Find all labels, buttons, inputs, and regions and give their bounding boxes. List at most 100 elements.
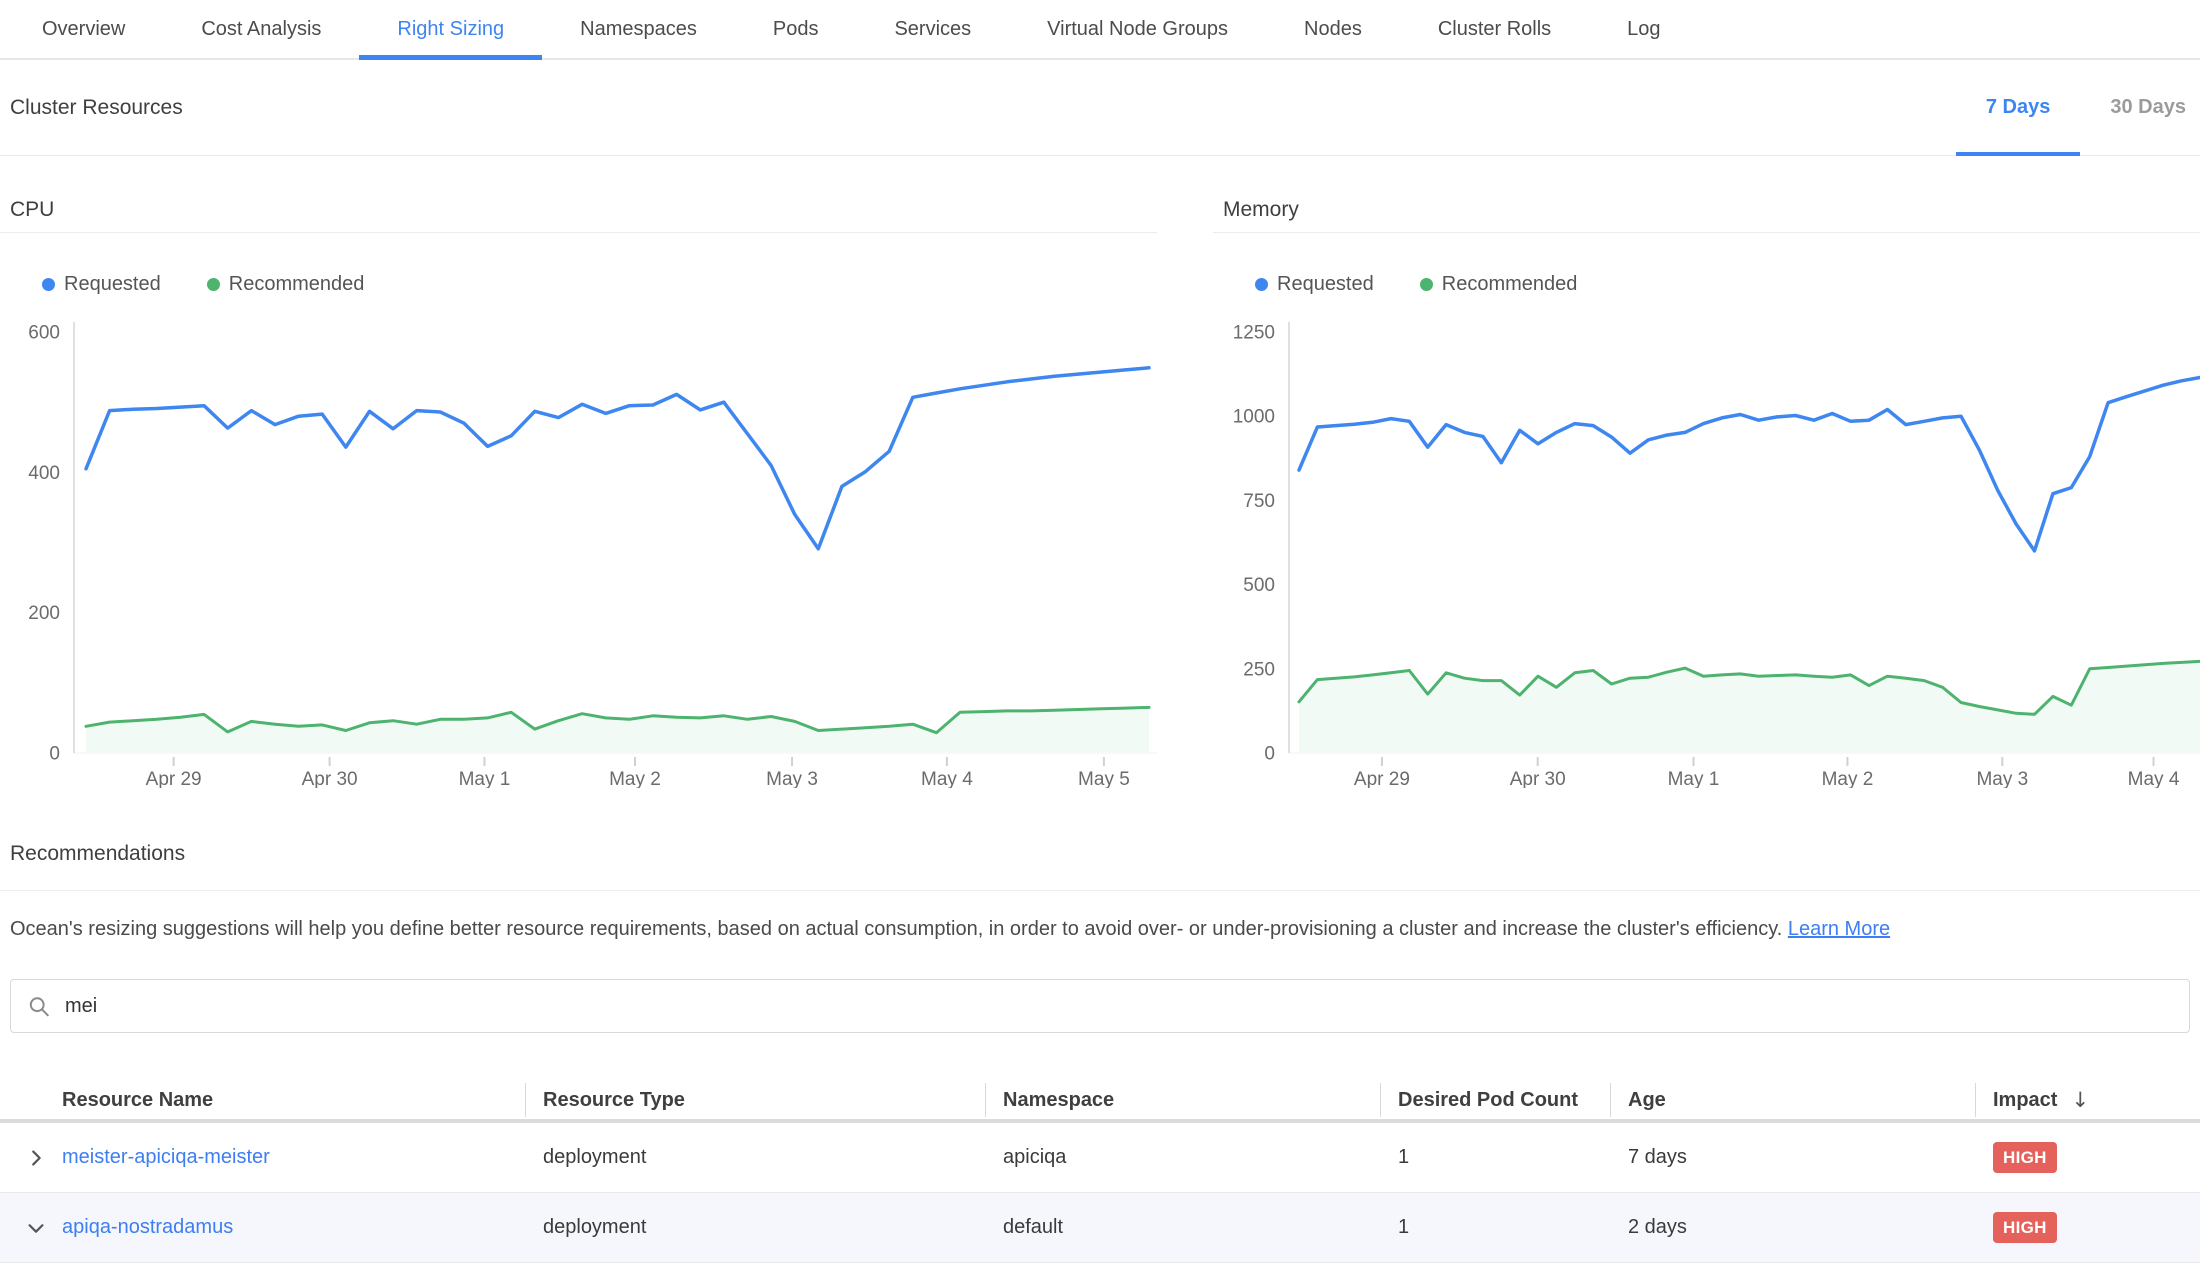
top-nav-tabs: Overview Cost Analysis Right Sizing Namespa… bbox=[4, 0, 2200, 58]
svg-text:400: 400 bbox=[28, 463, 60, 484]
search-icon bbox=[27, 994, 51, 1018]
memory-chart-legend: Requested Recommended bbox=[1255, 273, 2200, 296]
page-title: Cluster Resources bbox=[10, 96, 183, 120]
tab-label: Overview bbox=[42, 18, 125, 41]
tab-label: Right Sizing bbox=[397, 18, 504, 41]
legend-dot-icon bbox=[1255, 278, 1268, 291]
impact-badge: HIGH bbox=[1993, 1212, 2057, 1243]
legend-item-requested[interactable]: Requested bbox=[42, 273, 161, 296]
tab-label: Cluster Rolls bbox=[1438, 18, 1551, 41]
tab-label: Virtual Node Groups bbox=[1047, 18, 1228, 41]
cell-impact: HIGH bbox=[1975, 1212, 2200, 1243]
svg-text:May 3: May 3 bbox=[766, 769, 818, 788]
memory-chart: 025050075010001250Apr 29Apr 30May 1May 2… bbox=[1213, 308, 2200, 788]
tab-label: Nodes bbox=[1304, 18, 1362, 41]
column-header-label: Resource Type bbox=[543, 1089, 685, 1112]
column-header-namespace[interactable]: Namespace bbox=[985, 1081, 1380, 1119]
table-body: meister-apiciqa-meisterdeploymentapiciqa… bbox=[0, 1123, 2200, 1263]
cell-desired-pod-count: 1 bbox=[1380, 1216, 1610, 1239]
legend-label: Requested bbox=[1277, 273, 1374, 296]
column-header-label: Resource Name bbox=[62, 1089, 213, 1112]
cpu-chart-title: CPU bbox=[0, 156, 1157, 233]
learn-more-link[interactable]: Learn More bbox=[1788, 918, 1890, 940]
tab-cost-analysis[interactable]: Cost Analysis bbox=[163, 0, 359, 58]
search-input[interactable] bbox=[65, 995, 2173, 1018]
column-header-impact[interactable]: Impact↓ bbox=[1975, 1081, 2200, 1119]
svg-text:250: 250 bbox=[1243, 659, 1275, 680]
tab-label: Namespaces bbox=[580, 18, 697, 41]
svg-text:May 4: May 4 bbox=[2128, 769, 2180, 788]
tab-label: Cost Analysis bbox=[201, 18, 321, 41]
svg-text:0: 0 bbox=[49, 744, 60, 765]
svg-text:May 5: May 5 bbox=[1078, 769, 1130, 788]
resource-name-link[interactable]: meister-apiciqa-meister bbox=[62, 1146, 270, 1169]
recommendations-table: Resource Name Resource Type Namespace Desir… bbox=[0, 1081, 2200, 1263]
column-header-label: Namespace bbox=[1003, 1089, 1114, 1112]
svg-text:Apr 29: Apr 29 bbox=[146, 769, 202, 788]
svg-text:500: 500 bbox=[1243, 575, 1275, 596]
cell-namespace: default bbox=[985, 1216, 1380, 1239]
search-box[interactable] bbox=[10, 979, 2190, 1033]
legend-item-recommended[interactable]: Recommended bbox=[1420, 273, 1578, 296]
period-toggle: 7 Days 30 Days bbox=[1956, 60, 2200, 155]
resource-name-cell: apiqa-nostradamus bbox=[0, 1216, 525, 1240]
memory-chart-panel: Memory Requested Recommended 0 250 500 750 10… bbox=[1213, 156, 2200, 788]
svg-text:May 2: May 2 bbox=[1822, 769, 1874, 788]
column-header-resource-type[interactable]: Resource Type bbox=[525, 1081, 985, 1119]
cell-age: 2 days bbox=[1610, 1216, 1975, 1239]
tab-namespaces[interactable]: Namespaces bbox=[542, 0, 735, 58]
resource-name-cell: meister-apiciqa-meister bbox=[0, 1146, 525, 1170]
column-header-resource-name[interactable]: Resource Name bbox=[0, 1081, 525, 1119]
svg-text:Apr 30: Apr 30 bbox=[302, 769, 358, 788]
column-header-desired-pod-count[interactable]: Desired Pod Count bbox=[1380, 1081, 1610, 1119]
tab-right-sizing[interactable]: Right Sizing bbox=[359, 0, 542, 58]
svg-text:600: 600 bbox=[28, 323, 60, 344]
tab-label: Log bbox=[1627, 18, 1660, 41]
svg-text:750: 750 bbox=[1243, 491, 1275, 512]
tab-label: Pods bbox=[773, 18, 819, 41]
svg-text:May 3: May 3 bbox=[1976, 769, 2028, 788]
chevron-down-icon[interactable] bbox=[24, 1216, 48, 1240]
tab-nodes[interactable]: Nodes bbox=[1266, 0, 1400, 58]
cluster-resources-header: Cluster Resources 7 Days 30 Days bbox=[0, 60, 2200, 156]
tab-cluster-rolls[interactable]: Cluster Rolls bbox=[1400, 0, 1589, 58]
tab-label: Services bbox=[894, 18, 971, 41]
tab-virtual-node-groups[interactable]: Virtual Node Groups bbox=[1009, 0, 1266, 58]
svg-text:0: 0 bbox=[1264, 744, 1275, 765]
legend-item-recommended[interactable]: Recommended bbox=[207, 273, 365, 296]
recommendations-description-text: Ocean's resizing suggestions will help y… bbox=[10, 918, 1788, 940]
range-tab-label: 30 Days bbox=[2110, 96, 2186, 119]
tab-log[interactable]: Log bbox=[1589, 0, 1698, 58]
sort-desc-icon: ↓ bbox=[2071, 1088, 2089, 1112]
range-tab-30-days[interactable]: 30 Days bbox=[2080, 60, 2200, 155]
cell-impact: HIGH bbox=[1975, 1142, 2200, 1173]
column-header-label: Age bbox=[1628, 1089, 1666, 1112]
charts-row: CPU RequestedRecommended 0200400600Apr 2… bbox=[0, 156, 2200, 788]
tab-overview[interactable]: Overview bbox=[4, 0, 163, 58]
legend-item-requested[interactable]: Requested bbox=[1255, 273, 1374, 296]
table-row[interactable]: meister-apiciqa-meisterdeploymentapiciqa… bbox=[0, 1123, 2200, 1193]
tab-services[interactable]: Services bbox=[856, 0, 1009, 58]
table-row[interactable]: apiqa-nostradamus deploymentdefault12 day… bbox=[0, 1193, 2200, 1263]
svg-text:1250: 1250 bbox=[1233, 323, 1275, 344]
column-header-age[interactable]: Age bbox=[1610, 1081, 1975, 1119]
svg-text:1000: 1000 bbox=[1233, 407, 1275, 428]
svg-text:Apr 29: Apr 29 bbox=[1354, 769, 1410, 788]
recommendations-description: Ocean's resizing suggestions will help y… bbox=[10, 915, 2190, 943]
legend-label: Recommended bbox=[229, 273, 365, 296]
memory-chart-title: Memory bbox=[1213, 156, 2200, 233]
cpu-chart: 0200400600Apr 29Apr 30May 1May 2May 3May… bbox=[0, 308, 1157, 788]
tab-pods[interactable]: Pods bbox=[735, 0, 857, 58]
resource-name-link[interactable]: apiqa-nostradamus bbox=[62, 1216, 233, 1239]
legend-label: Recommended bbox=[1442, 273, 1578, 296]
cell-desired-pod-count: 1 bbox=[1380, 1146, 1610, 1169]
range-tab-label: 7 Days bbox=[1986, 96, 2051, 119]
cell-resource-type: deployment bbox=[525, 1146, 985, 1169]
legend-dot-icon bbox=[1420, 278, 1433, 291]
cpu-chart-panel: CPU RequestedRecommended 0200400600Apr 2… bbox=[0, 156, 1157, 788]
top-nav: Overview Cost Analysis Right Sizing Namespa… bbox=[0, 0, 2200, 60]
chevron-right-icon[interactable] bbox=[24, 1146, 48, 1170]
range-tab-7-days[interactable]: 7 Days bbox=[1956, 60, 2081, 155]
cpu-chart-legend: Requested Recommended bbox=[42, 273, 1157, 296]
cell-resource-type: deployment bbox=[525, 1216, 985, 1239]
